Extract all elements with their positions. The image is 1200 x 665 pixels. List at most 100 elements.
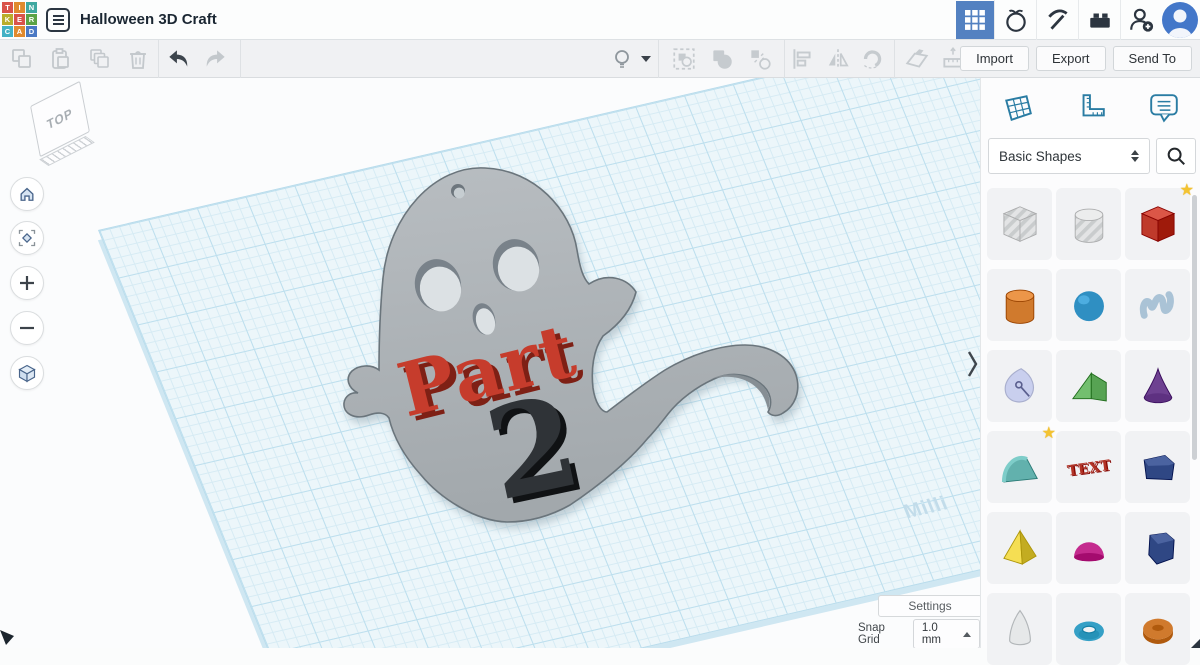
- cylinder-icon: [997, 282, 1043, 328]
- sphere-icon: [1066, 282, 1112, 328]
- shape-scribble-squiggle[interactable]: [1125, 269, 1190, 341]
- shape-box[interactable]: ★: [1125, 188, 1190, 260]
- shape-torus[interactable]: [1056, 593, 1121, 665]
- edit-toolbar: Import Export Send To: [0, 40, 1200, 78]
- torus-icon: [1066, 606, 1112, 652]
- export-button[interactable]: Export: [1036, 46, 1106, 71]
- logo-letter-I: I: [14, 2, 25, 13]
- duplicate-icon[interactable]: [86, 45, 114, 73]
- text-icon: TEXTTEXT: [1066, 444, 1112, 490]
- shapes-grid: ★★TEXTTEXT: [987, 188, 1191, 665]
- minecraft-pickaxe-icon[interactable]: [1037, 0, 1078, 40]
- 3d-viewport[interactable]: Milli Part: [0, 78, 980, 648]
- flip-icon[interactable]: [824, 45, 852, 73]
- half-sphere-icon: [1066, 525, 1112, 571]
- undo-icon[interactable]: [164, 45, 192, 73]
- prism-icon: [1135, 525, 1181, 571]
- shape-cylinder[interactable]: [987, 269, 1052, 341]
- brick-build-icon[interactable]: [1079, 0, 1120, 40]
- box-transparent-icon: [997, 201, 1043, 247]
- shape-extrusion-pen[interactable]: [987, 350, 1052, 422]
- fit-view-button[interactable]: [10, 221, 44, 255]
- view-cube[interactable]: TOP: [8, 82, 108, 166]
- snap-magnet-icon[interactable]: [858, 45, 886, 73]
- logo-letter-D: D: [26, 26, 37, 37]
- design-menu-icon[interactable]: [45, 7, 71, 33]
- show-hide-bulb-icon[interactable]: [608, 45, 636, 73]
- shape-cone[interactable]: [1125, 350, 1190, 422]
- panel-scrollbar[interactable]: [1192, 195, 1197, 460]
- shape-round-roof[interactable]: ★: [987, 431, 1052, 503]
- logo-letter-E: E: [14, 14, 25, 25]
- redo-icon[interactable]: [202, 45, 230, 73]
- dropdown-updown-caret-icon: [1131, 150, 1139, 162]
- panel-collapse-chevron[interactable]: [967, 348, 979, 380]
- zoom-out-button[interactable]: [10, 311, 44, 345]
- window-resize-corner: [1191, 639, 1200, 648]
- shape-category-dropdown[interactable]: Basic Shapes: [988, 138, 1150, 174]
- shape-roof[interactable]: [1056, 350, 1121, 422]
- logo-letter-R: R: [26, 14, 37, 25]
- snap-grid-caret-icon: [963, 632, 971, 637]
- paste-icon[interactable]: [46, 45, 74, 73]
- show-hide-caret-icon[interactable]: [641, 56, 651, 62]
- logo-letter-K: K: [2, 14, 13, 25]
- settings-button[interactable]: Settings: [878, 595, 980, 617]
- perspective-toggle-button[interactable]: [10, 356, 44, 390]
- account-avatar[interactable]: [1162, 2, 1198, 38]
- box-icon: [1135, 201, 1181, 247]
- workplane-helper-icon[interactable]: [903, 45, 931, 73]
- logo-letter-T: T: [2, 2, 13, 13]
- torus-thick-icon: [1135, 606, 1181, 652]
- shape-paraboloid[interactable]: [987, 593, 1052, 665]
- ghost-model[interactable]: Part Part 2 2: [335, 160, 815, 535]
- sim-lab-apple-icon[interactable]: [995, 0, 1036, 40]
- cylinder-transparent-icon: [1066, 201, 1112, 247]
- round-roof-icon: [997, 444, 1043, 490]
- shape-box-transparent[interactable]: [987, 188, 1052, 260]
- title-bar: TIN KER CAD Halloween 3D Craft: [0, 0, 1200, 40]
- paraboloid-icon: [997, 606, 1043, 652]
- search-icon: [1165, 145, 1187, 167]
- logo-letter-N: N: [26, 2, 37, 13]
- delete-icon[interactable]: [124, 45, 152, 73]
- cone-icon: [1135, 363, 1181, 409]
- pyramid-icon: [997, 525, 1043, 571]
- scribble-squiggle-icon: [1135, 282, 1181, 328]
- copy-icon[interactable]: [8, 45, 36, 73]
- logo-letter-A: A: [14, 26, 25, 37]
- snap-grid-value: 1.0 mm: [922, 622, 955, 646]
- ungroup-icon[interactable]: [746, 45, 774, 73]
- invite-person-add-icon[interactable]: [1121, 0, 1162, 40]
- tinkercad-logo[interactable]: TIN KER CAD: [2, 2, 39, 39]
- shape-prism[interactable]: [1125, 512, 1190, 584]
- send-to-button[interactable]: Send To: [1113, 46, 1192, 71]
- workplane-tab-icon[interactable]: [996, 86, 1040, 130]
- 3d-designs-grid-icon[interactable]: [956, 1, 994, 39]
- shape-text[interactable]: TEXTTEXT: [1056, 431, 1121, 503]
- shape-half-sphere[interactable]: [1056, 512, 1121, 584]
- align-icon[interactable]: [788, 45, 816, 73]
- design-title[interactable]: Halloween 3D Craft: [80, 0, 217, 40]
- shapes-panel: Basic Shapes ★★TEXTTEXT: [980, 78, 1200, 648]
- import-button[interactable]: Import: [960, 46, 1029, 71]
- group-select-icon[interactable]: [670, 45, 698, 73]
- zoom-in-button[interactable]: [10, 266, 44, 300]
- mouse-cursor: [0, 630, 16, 648]
- shape-polygon[interactable]: [1125, 431, 1190, 503]
- polygon-icon: [1135, 444, 1181, 490]
- home-view-button[interactable]: [10, 177, 44, 211]
- shape-cylinder-transparent[interactable]: [1056, 188, 1121, 260]
- notes-tab-icon[interactable]: [1142, 86, 1186, 130]
- roof-icon: [1066, 363, 1112, 409]
- shape-torus-thick[interactable]: [1125, 593, 1190, 665]
- shape-sphere[interactable]: [1056, 269, 1121, 341]
- shape-search-button[interactable]: [1156, 138, 1196, 174]
- ruler-tab-icon[interactable]: [1069, 86, 1113, 130]
- snap-grid-select[interactable]: 1.0 mm: [913, 619, 980, 648]
- star-badge-icon: ★: [1042, 423, 1056, 443]
- shape-pyramid[interactable]: [987, 512, 1052, 584]
- svg-text:TEXT: TEXT: [1066, 458, 1112, 480]
- logo-letter-C: C: [2, 26, 13, 37]
- group-icon[interactable]: [708, 45, 736, 73]
